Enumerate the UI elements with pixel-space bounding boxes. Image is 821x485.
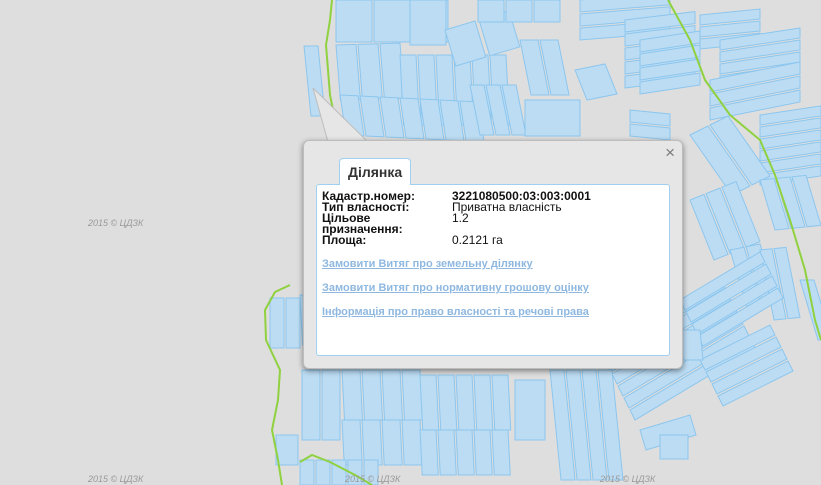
land-parcel[interactable] [477,0,505,23]
land-parcel[interactable] [419,429,439,476]
land-parcel[interactable] [381,419,403,466]
land-parcel[interactable] [401,419,423,466]
watermark-text: 2015 © ЦДЗК [88,474,144,484]
land-parcel[interactable] [401,369,424,421]
popup-pointer [312,88,369,142]
land-parcel[interactable] [629,109,671,127]
land-parcel[interactable] [524,99,581,137]
field-area: Площа: 0.2121 га [322,233,669,247]
order-land-extract-link[interactable]: Замовити Витяг про земельну ділянку [322,258,669,270]
land-parcel[interactable] [473,429,493,476]
field-purpose: Цільове призначення: 1.2 [322,211,669,236]
land-parcel[interactable] [361,369,384,421]
field-label: Площа: [322,233,367,247]
land-parcel[interactable] [473,374,494,431]
land-parcel[interactable] [491,374,512,431]
watermark-text: 2015 © ЦДЗК [88,218,144,228]
land-parcel[interactable] [629,123,671,141]
field-label: Цільове призначення: [322,211,403,236]
land-parcel[interactable] [321,369,341,441]
order-valuation-extract-link[interactable]: Замовити Витяг про нормативну грошову оц… [322,282,669,294]
land-parcel[interactable] [275,434,299,466]
land-parcel[interactable] [373,0,411,43]
land-parcel[interactable] [437,429,457,476]
land-parcel[interactable] [455,429,475,476]
land-parcel[interactable] [381,369,404,421]
land-parcel[interactable] [514,379,546,441]
land-parcel[interactable] [491,429,511,476]
close-icon[interactable]: × [665,144,675,162]
land-parcel[interactable] [409,0,447,46]
land-parcel[interactable] [361,419,383,466]
land-parcel[interactable] [437,374,458,431]
field-ownership-type: Тип власності: Приватна власність [322,201,669,213]
parcel-info-popup: × Ділянка Кадастр.номер: 3221080500:03:0… [303,140,683,369]
ownership-rights-info-link[interactable]: Інформація про право власності та речові… [322,306,669,318]
land-parcel[interactable] [574,63,618,101]
tab-parcel[interactable]: Ділянка [339,158,412,185]
land-parcel[interactable] [285,297,301,349]
land-parcel[interactable] [315,459,331,485]
field-value: 1.2 [452,211,469,225]
land-parcel[interactable] [341,419,363,466]
parcel-details-panel: Кадастр.номер: 3221080500:03:003:0001 Ти… [316,184,670,356]
watermark-text: 2015 © ЦДЗК [345,474,401,484]
land-parcel[interactable] [341,369,364,421]
land-parcel[interactable] [659,434,689,460]
land-parcel[interactable] [301,369,321,441]
land-parcel[interactable] [269,297,285,349]
land-parcel[interactable] [299,459,315,485]
land-parcel[interactable] [455,374,476,431]
land-parcel[interactable] [419,374,440,431]
watermark-text: 2015 © ЦДЗК [600,474,656,484]
land-parcel[interactable] [505,0,533,23]
land-parcel[interactable] [335,0,373,43]
field-value: 0.2121 га [452,233,503,247]
land-parcel[interactable] [533,0,561,23]
land-parcel[interactable] [679,329,704,361]
